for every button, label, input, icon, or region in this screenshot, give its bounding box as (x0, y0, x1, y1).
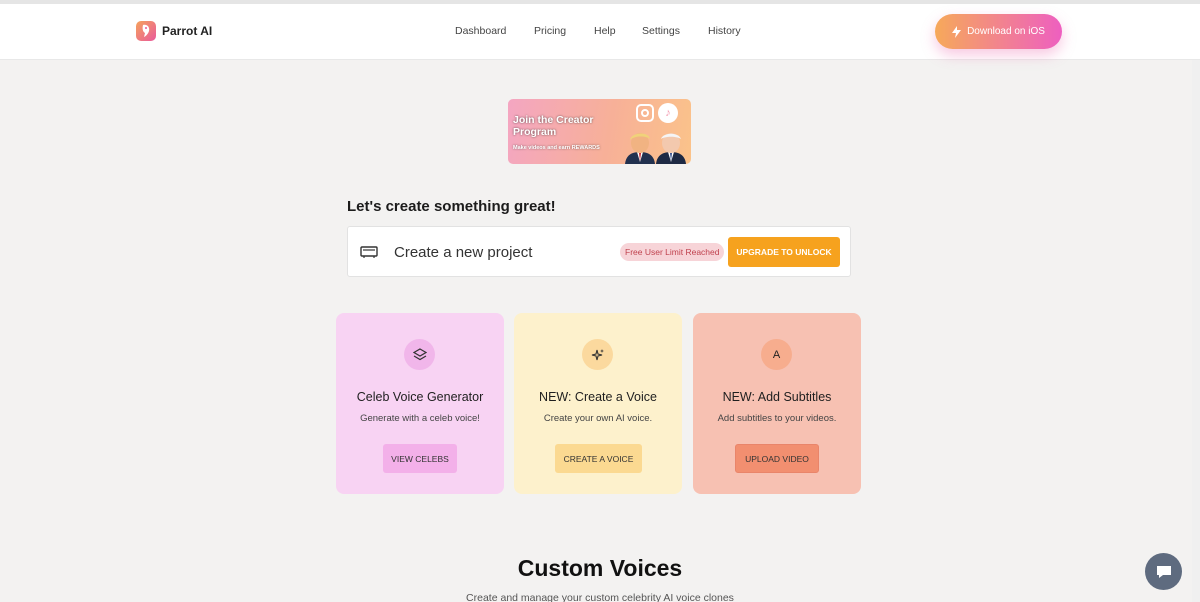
nav-pricing[interactable]: Pricing (534, 25, 594, 37)
card-create-voice[interactable]: NEW: Create a Voice Create your own AI v… (514, 313, 682, 494)
nav-help[interactable]: Help (594, 25, 642, 37)
custom-voices-title: Custom Voices (517, 555, 683, 581)
chat-button[interactable] (1145, 553, 1182, 590)
custom-voices-subtitle: Create and manage your custom celebrity … (466, 592, 734, 602)
parrot-logo-icon (136, 21, 156, 41)
creator-program-banner[interactable]: Join the Creator Program Make videos and… (508, 99, 691, 164)
chat-icon (1156, 565, 1171, 578)
nav-history[interactable]: History (708, 25, 758, 37)
nav-dashboard[interactable]: Dashboard (455, 25, 534, 37)
card-celeb-voice[interactable]: Celeb Voice Generator Generate with a ce… (336, 313, 504, 494)
card-desc: Create your own AI voice. (543, 413, 653, 424)
portrait-image (656, 133, 686, 164)
card-title: NEW: Create a Voice (539, 390, 657, 404)
instagram-icon (636, 104, 654, 122)
banner-title: Join the Creator Program (513, 114, 594, 138)
nav-settings[interactable]: Settings (642, 25, 708, 37)
scrollbar[interactable] (1192, 60, 1200, 602)
logo-text: Parrot AI (162, 24, 213, 38)
download-ios-button[interactable]: Download on iOS (935, 14, 1062, 49)
page-headline: Let's create something great! (347, 198, 556, 215)
limit-badge: Free User Limit Reached (620, 243, 725, 261)
portrait-image (625, 133, 655, 164)
layers-icon (404, 339, 435, 370)
video-projector-icon (360, 246, 378, 258)
card-add-subtitles[interactable]: A NEW: Add Subtitles Add subtitles to yo… (693, 313, 861, 494)
card-title: NEW: Add Subtitles (722, 390, 832, 404)
create-project-bar[interactable]: Create a new project Free User Limit Rea… (347, 226, 851, 277)
card-desc: Add subtitles to your videos. (717, 413, 837, 424)
card-desc: Generate with a celeb voice! (360, 413, 480, 424)
sparkles-icon (582, 339, 613, 370)
lightning-icon (952, 25, 962, 38)
logo[interactable]: Parrot AI (136, 21, 212, 41)
create-project-label: Create a new project (394, 244, 533, 261)
upload-video-button[interactable]: UPLOAD VIDEO (735, 444, 819, 473)
tiktok-icon: ♪ (658, 103, 678, 123)
view-celebs-button[interactable]: VIEW CELEBS (383, 444, 457, 473)
top-nav-bar: Parrot AI Dashboard Pricing Help Setting… (0, 4, 1200, 60)
card-title: Celeb Voice Generator (356, 390, 484, 404)
banner-subtitle: Make videos and earn REWARDS (513, 145, 600, 151)
download-ios-label: Download on iOS (967, 26, 1045, 37)
subtitle-letter-icon: A (761, 339, 792, 370)
upgrade-button[interactable]: UPGRADE TO UNLOCK (728, 237, 840, 267)
main-nav: Dashboard Pricing Help Settings History (455, 25, 758, 37)
create-voice-button[interactable]: CREATE A VOICE (555, 444, 642, 473)
